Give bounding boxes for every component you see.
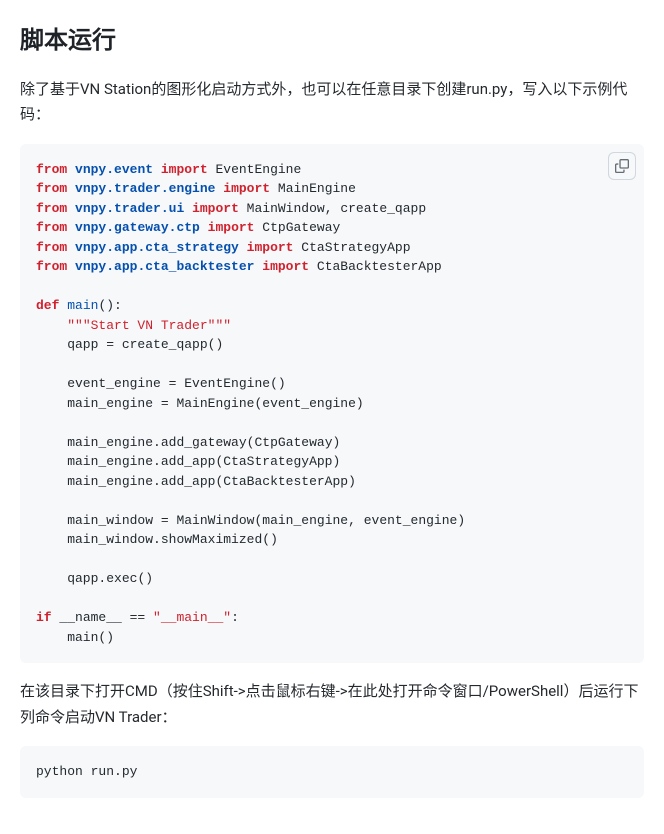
copy-icon bbox=[615, 159, 629, 173]
copy-button[interactable] bbox=[608, 152, 636, 180]
code-content-2: python run.py bbox=[36, 762, 628, 782]
page-heading: 脚本运行 bbox=[20, 20, 644, 61]
code-block-2: python run.py bbox=[20, 746, 644, 798]
intro-paragraph: 除了基于VN Station的图形化启动方式外，也可以在任意目录下创建run.p… bbox=[20, 77, 644, 128]
code-block-1: from vnpy.event import EventEngine from … bbox=[20, 144, 644, 664]
paragraph-2: 在该目录下打开CMD（按住Shift->点击鼠标右键->在此处打开命令窗口/Po… bbox=[20, 679, 644, 730]
code-content-1: from vnpy.event import EventEngine from … bbox=[36, 160, 628, 648]
